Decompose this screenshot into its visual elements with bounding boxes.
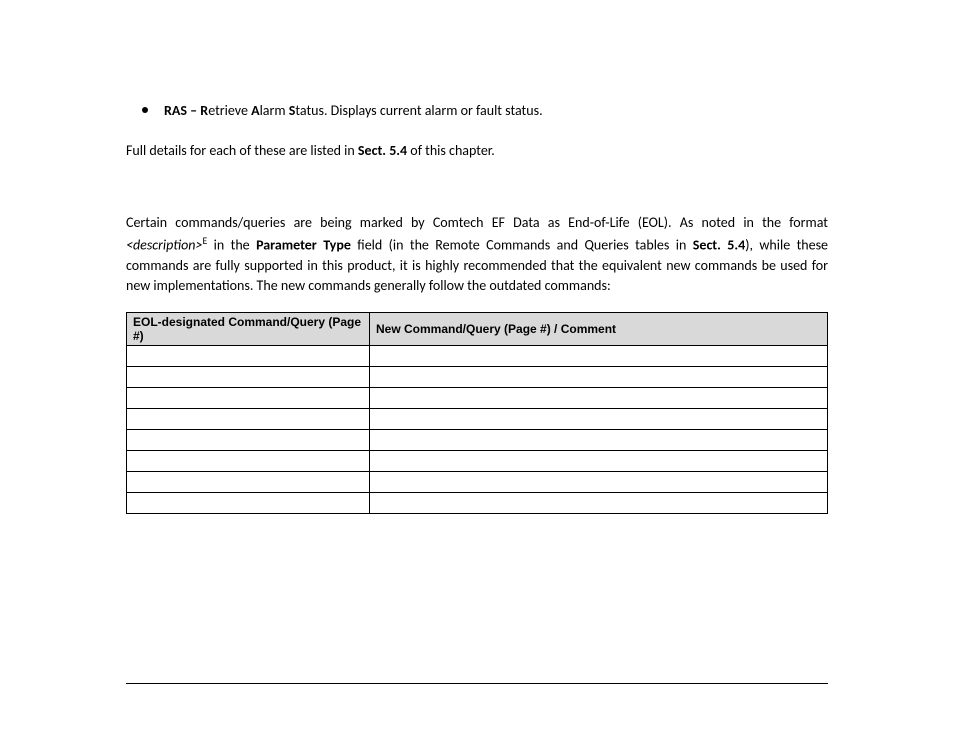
table-header-2: New Command/Query (Page #) / Comment — [370, 313, 828, 346]
table-cell — [127, 367, 370, 388]
table-header-row: EOL-designated Command/Query (Page #) Ne… — [127, 313, 828, 346]
table-row — [127, 430, 828, 451]
table-cell — [370, 409, 828, 430]
paragraph-details: Full details for each of these are liste… — [126, 141, 828, 161]
page: RAS – Retrieve Alarm Status. Displays cu… — [0, 0, 954, 738]
eol-p1: Certain commands/queries are being marke… — [126, 214, 828, 231]
eol-desc: <description> — [126, 236, 202, 253]
table-cell — [127, 409, 370, 430]
ras-a: A — [251, 102, 259, 119]
table-row — [127, 451, 828, 472]
table-row — [127, 409, 828, 430]
table-cell — [370, 346, 828, 367]
table-row — [127, 388, 828, 409]
bullet-text: RAS – Retrieve Alarm Status. Displays cu… — [164, 100, 828, 121]
table-cell — [127, 493, 370, 514]
table-header-1: EOL-designated Command/Query (Page #) — [127, 313, 370, 346]
ras-retrieve-tail: etrieve — [208, 102, 251, 119]
table-row — [127, 493, 828, 514]
details-pre: Full details for each of these are liste… — [126, 142, 358, 159]
eol-table: EOL-designated Command/Query (Page #) Ne… — [126, 312, 828, 514]
bullet-icon — [142, 107, 148, 113]
table-cell — [127, 346, 370, 367]
ras-r: R — [200, 102, 208, 119]
eol-p2: in the — [207, 236, 256, 253]
spacer — [126, 177, 828, 213]
footer-divider — [126, 683, 828, 684]
bullet-item-ras: RAS – Retrieve Alarm Status. Displays cu… — [142, 100, 828, 121]
ras-alarm-tail: larm — [260, 102, 289, 119]
table-row — [127, 367, 828, 388]
table-cell — [127, 388, 370, 409]
eol-bold2: Sect. 5.4 — [693, 236, 745, 253]
table-row — [127, 472, 828, 493]
table-cell — [127, 430, 370, 451]
table-cell — [127, 451, 370, 472]
table-cell — [370, 451, 828, 472]
table-cell — [370, 493, 828, 514]
ras-status-tail: tatus. Displays current alarm or fault s… — [295, 102, 542, 119]
table-cell — [127, 472, 370, 493]
table-cell — [370, 388, 828, 409]
paragraph-eol: Certain commands/queries are being marke… — [126, 213, 828, 296]
table-cell — [370, 472, 828, 493]
details-sect: Sect. 5.4 — [358, 142, 407, 159]
table-cell — [370, 430, 828, 451]
table-cell — [370, 367, 828, 388]
eol-bold1: Parameter Type — [256, 236, 351, 253]
eol-p3: field (in the Remote Commands and Querie… — [351, 236, 693, 253]
details-post: of this chapter. — [407, 142, 495, 159]
table-row — [127, 346, 828, 367]
ras-lead: RAS – — [164, 102, 200, 119]
